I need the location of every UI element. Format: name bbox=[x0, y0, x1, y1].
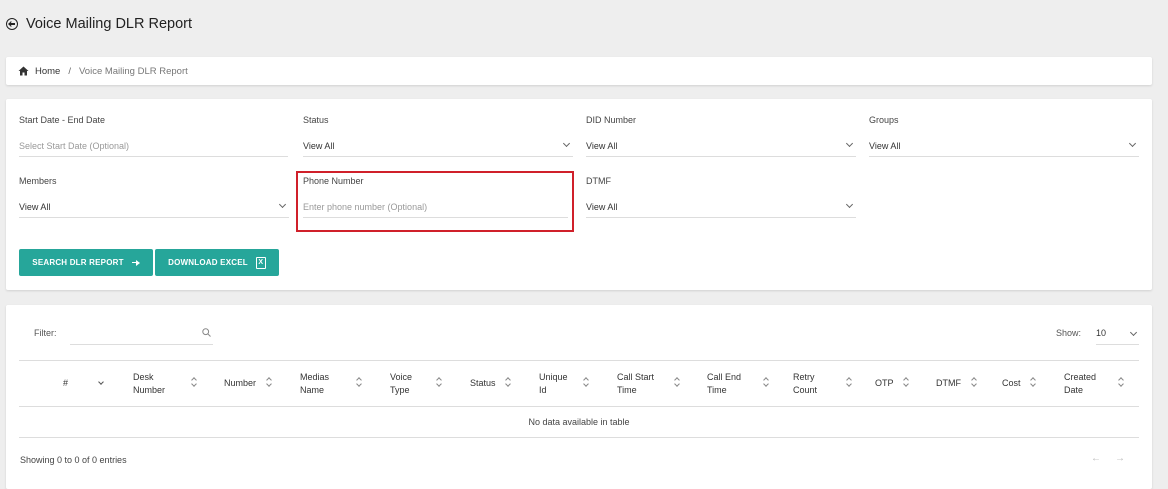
groups-select[interactable]: View All bbox=[869, 135, 1139, 157]
column-call-end-time[interactable]: Call End Time bbox=[707, 361, 741, 406]
sort-icon bbox=[1030, 378, 1035, 387]
date-range-label: Start Date - End Date bbox=[19, 115, 106, 125]
chevron-down-icon bbox=[1129, 328, 1138, 337]
column-unique-id[interactable]: Unique Id bbox=[539, 361, 568, 406]
status-label: Status bbox=[303, 115, 329, 125]
breadcrumb: Home / Voice Mailing DLR Report bbox=[6, 57, 1152, 85]
status-select[interactable]: View All bbox=[303, 135, 573, 157]
column-cost[interactable]: Cost bbox=[1002, 361, 1021, 406]
sort-icon bbox=[763, 378, 768, 387]
table-filter-input[interactable] bbox=[70, 325, 213, 345]
members-label: Members bbox=[19, 176, 57, 186]
table-header: # Desk Number Number Medias Name Voice Type… bbox=[19, 360, 1139, 407]
sort-icon bbox=[903, 378, 908, 387]
column-call-start-time[interactable]: Call Start Time bbox=[617, 361, 654, 406]
column-voice-type[interactable]: Voice Type bbox=[390, 361, 412, 406]
chevron-down-icon bbox=[562, 139, 571, 148]
arrow-right-icon bbox=[131, 259, 140, 266]
date-range-input[interactable]: Select Start Date (Optional) bbox=[19, 135, 288, 157]
show-entries-label: Show: bbox=[1056, 328, 1082, 338]
back-arrow-icon[interactable] bbox=[6, 18, 18, 30]
chevron-down-icon bbox=[278, 200, 287, 209]
chevron-down-icon bbox=[845, 200, 854, 209]
groups-value: View All bbox=[869, 140, 901, 151]
show-entries-select[interactable]: 10 bbox=[1096, 325, 1139, 345]
groups-label: Groups bbox=[869, 115, 899, 125]
chevron-down-icon bbox=[845, 139, 854, 148]
column-desk-number[interactable]: Desk Number bbox=[133, 361, 165, 406]
sort-icon bbox=[846, 378, 851, 387]
sort-icon bbox=[505, 378, 510, 387]
sort-icon bbox=[356, 378, 361, 387]
dtmf-label: DTMF bbox=[586, 176, 611, 186]
filter-panel: Start Date - End Date Select Start Date … bbox=[6, 99, 1152, 290]
sort-icon bbox=[971, 378, 976, 387]
column-otp[interactable]: OTP bbox=[875, 361, 894, 406]
empty-table-row: No data available in table bbox=[19, 407, 1139, 438]
breadcrumb-separator: / bbox=[68, 65, 71, 77]
did-number-select[interactable]: View All bbox=[586, 135, 856, 157]
table-info: Showing 0 to 0 of 0 entries bbox=[20, 455, 127, 465]
column-number[interactable]: Number bbox=[224, 361, 256, 406]
phone-number-highlight-box bbox=[296, 171, 574, 232]
dtmf-value: View All bbox=[586, 201, 618, 212]
next-page-arrow-icon[interactable]: → bbox=[1115, 453, 1125, 464]
show-entries-value: 10 bbox=[1096, 328, 1107, 338]
download-excel-button[interactable]: DOWNLOAD EXCEL X bbox=[155, 249, 279, 276]
search-icon bbox=[202, 328, 211, 337]
column-dtmf[interactable]: DTMF bbox=[936, 361, 961, 406]
sort-icon bbox=[674, 378, 679, 387]
search-button-label: SEARCH DLR REPORT bbox=[32, 258, 124, 267]
sort-desc-icon bbox=[98, 379, 104, 385]
column-medias-name[interactable]: Medias Name bbox=[300, 361, 329, 406]
page-title: Voice Mailing DLR Report bbox=[26, 16, 193, 32]
pagination: ← → bbox=[1091, 453, 1125, 464]
column-index[interactable]: # bbox=[63, 361, 68, 406]
sort-icon bbox=[436, 378, 441, 387]
sort-icon bbox=[583, 378, 588, 387]
sort-icon bbox=[266, 378, 271, 387]
did-number-value: View All bbox=[586, 140, 618, 151]
breadcrumb-home[interactable]: Home bbox=[35, 66, 60, 77]
column-status[interactable]: Status bbox=[470, 361, 496, 406]
status-value: View All bbox=[303, 140, 335, 151]
chevron-down-icon bbox=[1128, 139, 1137, 148]
download-button-label: DOWNLOAD EXCEL bbox=[168, 258, 248, 267]
search-dlr-report-button[interactable]: SEARCH DLR REPORT bbox=[19, 249, 153, 276]
column-retry-count[interactable]: Retry Count bbox=[793, 361, 817, 406]
column-created-date[interactable]: Created Date bbox=[1064, 361, 1096, 406]
empty-table-message: No data available in table bbox=[528, 417, 630, 427]
breadcrumb-current: Voice Mailing DLR Report bbox=[78, 65, 188, 77]
previous-page-arrow-icon[interactable]: ← bbox=[1091, 453, 1101, 464]
date-range-placeholder: Select Start Date (Optional) bbox=[19, 140, 130, 151]
members-select[interactable]: View All bbox=[19, 196, 289, 218]
sort-icon bbox=[1118, 378, 1123, 387]
home-icon[interactable] bbox=[18, 66, 29, 76]
table-filter-label: Filter: bbox=[34, 328, 57, 338]
sort-icon bbox=[191, 378, 196, 387]
did-number-label: DID Number bbox=[586, 115, 637, 125]
report-table-panel: Filter: Show: 10 # Desk Number Number Med… bbox=[6, 305, 1152, 489]
members-value: View All bbox=[19, 201, 51, 212]
excel-file-icon: X bbox=[255, 256, 266, 269]
dtmf-select[interactable]: View All bbox=[586, 196, 856, 218]
page-header: Voice Mailing DLR Report bbox=[6, 14, 192, 34]
